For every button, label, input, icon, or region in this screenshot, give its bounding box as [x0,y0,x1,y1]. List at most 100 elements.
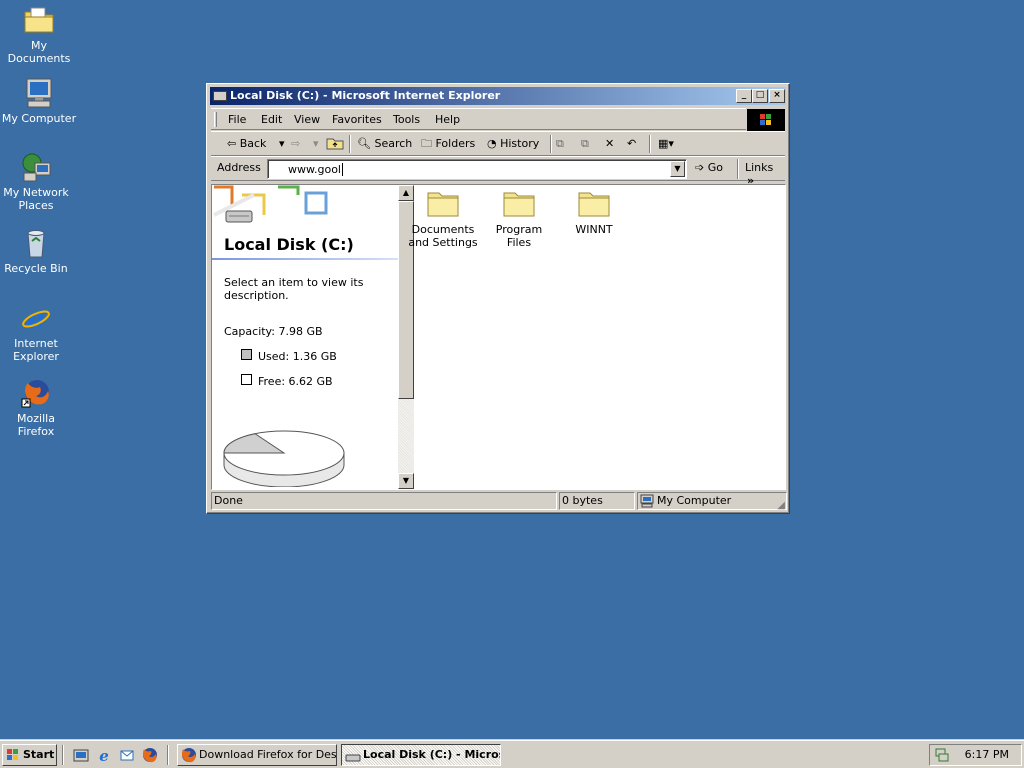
status-size: 0 bytes [559,492,635,510]
desktop-icon-label: My Network Places [3,186,69,212]
search-icon: 🔍︎ [357,137,371,150]
address-separator [737,159,739,179]
internet-explorer-icon[interactable]: e [96,747,112,765]
svg-text:e: e [99,747,109,763]
recycle-bin-icon [20,227,52,259]
delete-icon[interactable]: ✕ [605,136,614,152]
back-dropdown-icon[interactable]: ▾ [279,136,285,152]
task-button-local-disk[interactable]: Local Disk (C:) - Micros... [341,744,501,766]
folders-label: Folders [435,137,476,150]
network-places-icon [20,151,52,183]
free-legend-swatch [241,374,252,385]
my-computer-icon [640,494,654,513]
folder-name: Program Files [495,223,543,249]
desktop-icon-my-computer[interactable]: My Computer [1,77,77,125]
menu-edit[interactable]: Edit [261,113,282,126]
up-folder-icon[interactable] [326,136,344,152]
used-legend-swatch [241,349,252,360]
desktop-icon-recycle-bin[interactable]: Recycle Bin [0,227,74,275]
desktop-icon-internet-explorer[interactable]: e Internet Explorer [0,302,74,363]
move-to-icon[interactable]: ⧉ [556,136,564,152]
webview-pane: Local Disk (C:) Select an item to view i… [212,185,398,489]
firefox-icon [20,377,52,409]
menu-tools[interactable]: Tools [393,113,420,126]
search-label: Search [374,137,413,150]
taskbar-separator [62,745,64,765]
disk-usage-pie-chart [223,430,345,487]
folders-button[interactable]: 🗀 Folders [421,136,475,152]
minimize-button[interactable]: _ [736,89,752,103]
show-desktop-icon[interactable] [73,747,89,763]
links-label: Links [745,161,774,174]
copy-to-icon[interactable]: ⧉ [581,136,589,152]
address-bar: Address www.gool ▼ ➩ Go Links » [211,156,785,187]
window-titlebar[interactable]: Local Disk (C:) - Microsoft Internet Exp… [210,87,786,105]
status-zone: My Computer [637,492,787,510]
folder-item[interactable]: Program Files [484,187,554,249]
close-button[interactable]: × [769,89,785,103]
scroll-down-icon[interactable]: ▼ [398,473,414,489]
undo-icon[interactable]: ↶ [627,136,636,152]
back-button[interactable]: ⇦ Back [227,136,277,152]
clock[interactable]: 6:17 PM [965,745,1009,765]
address-dropdown-icon[interactable]: ▼ [670,161,685,177]
toolbar-separator [349,135,351,153]
menu-favorites[interactable]: Favorites [332,113,382,126]
status-bar: Done 0 bytes My Computer ◢ [211,492,787,511]
toolbar-separator [550,135,552,153]
internet-explorer-icon: e [20,302,52,335]
views-icon[interactable]: ▦▾ [658,136,674,152]
desktop-icon-my-documents[interactable]: My Documents [1,4,77,65]
outlook-express-icon[interactable] [119,747,135,763]
search-button[interactable]: 🔍︎ Search [357,136,412,152]
drive-icon [345,750,361,765]
folder-icon [427,187,459,217]
menu-bar: File Edit View Favorites Tools Help [211,108,746,130]
drive-banner-graphic [213,185,328,223]
maximize-button[interactable]: □ [752,89,768,103]
windows-flag-icon [6,748,20,768]
firefox-icon[interactable] [142,747,158,763]
menu-help[interactable]: Help [435,113,460,126]
desktop-icon-network-places[interactable]: My Network Places [0,151,74,212]
content-area: Local Disk (C:) Select an item to view i… [211,184,786,490]
go-label: Go [707,161,723,174]
svg-text:e: e [27,302,45,334]
explorer-window[interactable]: Local Disk (C:) - Microsoft Internet Exp… [206,83,790,514]
task-label: Local Disk (C:) - Micros... [363,748,500,761]
title-divider [212,258,398,260]
go-button[interactable]: ➩ Go [695,161,723,174]
system-tray: 6:17 PM [929,744,1022,766]
start-label: Start [23,748,55,761]
folder-item[interactable]: Documents and Settings [408,187,478,249]
history-icon: ◔ [487,137,497,150]
my-computer-icon [23,77,55,109]
menu-file[interactable]: File [228,113,246,126]
forward-dropdown-icon: ▾ [313,137,319,150]
desktop-icon-label: Internet Explorer [13,337,59,363]
file-list-pane: Documents and Settings Program Files WIN… [408,185,785,489]
firefox-icon [181,747,197,765]
resize-grip-icon[interactable]: ◢ [777,500,785,511]
menu-view[interactable]: View [294,113,320,126]
history-label: History [500,137,540,150]
network-tray-icon[interactable] [934,747,950,768]
desktop-icon-firefox[interactable]: Mozilla Firefox [0,377,74,438]
task-button-firefox[interactable]: Download Firefox for Des... [177,744,337,766]
back-arrow-icon: ⇦ [227,137,237,150]
toolbar-separator [649,135,651,153]
address-input[interactable]: www.gool ▼ [267,159,687,179]
folder-item[interactable]: WINNT [559,187,629,236]
address-label: Address [217,161,261,174]
start-button[interactable]: Start [2,744,57,766]
menu-grip[interactable] [214,112,217,127]
standard-toolbar: ⇦ Back ▾ ⇨ ▾ 🔍︎ Search 🗀 Folders ◔ Histo… [211,131,785,156]
taskbar: Start e Download Firefox for Des... Loca… [0,740,1024,768]
folder-icon [578,187,610,217]
desktop-icon-label: My Documents [7,39,71,65]
desktop-icon-label: Mozilla Firefox [17,412,55,438]
history-button[interactable]: ◔ History [487,136,539,152]
status-text: Done [211,492,557,510]
address-value: www.gool [288,163,341,176]
back-label: Back [239,137,267,150]
